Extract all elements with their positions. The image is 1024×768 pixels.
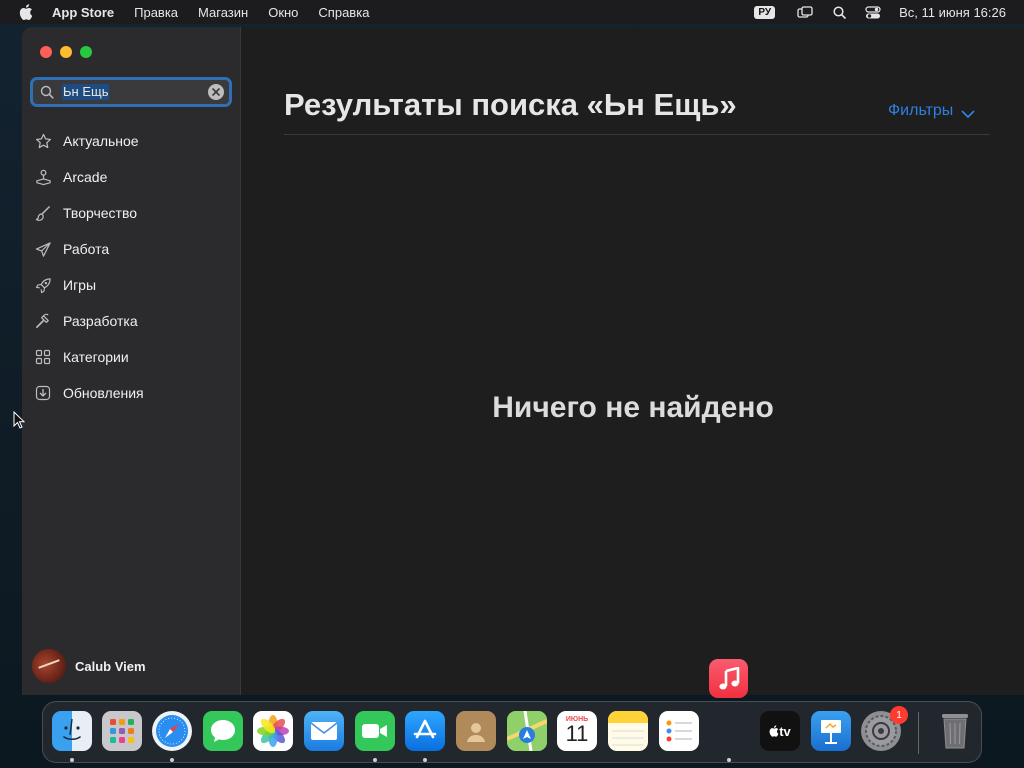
reminders-icon[interactable]	[659, 711, 699, 751]
sidebar-item-label: Обновления	[63, 385, 144, 401]
screen-mirroring-icon[interactable]	[797, 5, 813, 19]
paperplane-icon	[34, 240, 52, 258]
filters-label: Фильтры	[888, 102, 954, 119]
download-icon	[34, 384, 52, 402]
launchpad-icon[interactable]	[102, 711, 142, 751]
avatar	[32, 649, 66, 683]
window-close-button[interactable]	[40, 46, 52, 58]
menu-window[interactable]: Окно	[268, 5, 298, 20]
sidebar-item-discover[interactable]: Актуальное	[34, 127, 234, 155]
sidebar-item-label: Разработка	[63, 313, 138, 329]
sidebar-item-develop[interactable]: Разработка	[34, 307, 234, 335]
apple-logo-icon	[769, 725, 779, 737]
grid-icon	[34, 348, 52, 366]
sidebar-item-label: Категории	[63, 349, 129, 365]
user-name: Calub Viem	[75, 658, 146, 674]
app-store-icon[interactable]	[405, 711, 445, 751]
app-store-window: Ьн Ещь Актуальное Arcade Творчество Рабо…	[22, 27, 1024, 695]
chevron-down-icon	[961, 106, 975, 118]
photos-icon[interactable]	[253, 711, 293, 751]
notification-badge: 1	[890, 706, 908, 724]
music-app-icon[interactable]	[709, 659, 748, 698]
apple-tv-icon[interactable]: tv	[760, 711, 800, 751]
maps-icon[interactable]	[507, 711, 547, 751]
brush-icon	[34, 204, 52, 222]
apple-tv-label: tv	[779, 723, 791, 739]
control-center-icon[interactable]	[865, 5, 881, 19]
running-indicator	[423, 758, 427, 762]
messages-icon[interactable]	[203, 711, 243, 751]
spotlight-search-icon[interactable]	[831, 5, 847, 19]
search-field[interactable]: Ьн Ещь	[30, 77, 232, 107]
contacts-icon[interactable]	[456, 711, 496, 751]
sidebar-item-categories[interactable]: Категории	[34, 343, 234, 371]
running-indicator	[70, 758, 74, 762]
running-indicator	[170, 758, 174, 762]
dock: ИЮНЬ 11 tv 1	[42, 701, 982, 763]
sidebar-item-label: Актуальное	[63, 133, 139, 149]
menubar-clock[interactable]: Вс, 11 июня 16:26	[899, 5, 1006, 20]
sidebar-item-label: Игры	[63, 277, 97, 293]
joystick-icon	[34, 168, 52, 186]
menu-app-name[interactable]: App Store	[52, 5, 114, 20]
dock-separator	[918, 712, 919, 754]
divider	[284, 134, 990, 135]
menu-bar: App Store Правка Магазин Окно Справка РУ…	[0, 0, 1024, 24]
sidebar: Ьн Ещь Актуальное Arcade Творчество Рабо…	[22, 27, 241, 695]
filters-button[interactable]: Фильтры	[888, 102, 975, 120]
window-zoom-button[interactable]	[80, 46, 92, 58]
empty-state-message: Ничего не найдено	[492, 391, 774, 424]
search-icon	[40, 85, 54, 99]
safari-icon[interactable]	[152, 711, 192, 751]
sidebar-item-create[interactable]: Творчество	[34, 199, 234, 227]
menu-edit[interactable]: Правка	[134, 5, 178, 20]
page-title: Результаты поиска «Ьн Ещь»	[284, 87, 737, 122]
sidebar-item-games[interactable]: Игры	[34, 271, 234, 299]
trash-icon[interactable]	[935, 711, 975, 751]
account-button[interactable]: Calub Viem	[32, 649, 146, 683]
finder-icon[interactable]	[52, 711, 92, 751]
sidebar-item-work[interactable]: Работа	[34, 235, 234, 263]
main-content: Результаты поиска «Ьн Ещь» Фильтры Ничег…	[242, 27, 1024, 695]
calendar-icon[interactable]: ИЮНЬ 11	[557, 711, 597, 751]
menu-store[interactable]: Магазин	[198, 5, 248, 20]
apple-menu-icon[interactable]	[18, 4, 34, 20]
mouse-pointer-icon	[13, 410, 26, 429]
rocket-icon	[34, 276, 52, 294]
sidebar-item-label: Работа	[63, 241, 110, 257]
sidebar-item-label: Arcade	[63, 169, 108, 185]
search-input[interactable]: Ьн Ещь	[62, 84, 110, 100]
notes-icon[interactable]	[608, 711, 648, 751]
facetime-icon[interactable]	[355, 711, 395, 751]
sidebar-item-arcade[interactable]: Arcade	[34, 163, 234, 191]
mail-icon[interactable]	[304, 711, 344, 751]
menu-help[interactable]: Справка	[318, 5, 369, 20]
window-minimize-button[interactable]	[60, 46, 72, 58]
running-indicator	[373, 758, 377, 762]
keynote-icon[interactable]	[811, 711, 851, 751]
sidebar-item-updates[interactable]: Обновления	[34, 379, 234, 407]
star-icon	[34, 132, 52, 150]
hammer-icon	[34, 312, 52, 330]
clear-search-icon[interactable]	[208, 84, 224, 100]
input-source-badge[interactable]: РУ	[754, 5, 776, 19]
running-indicator	[727, 758, 731, 762]
calendar-day: 11	[565, 720, 589, 746]
sidebar-item-label: Творчество	[63, 205, 138, 221]
